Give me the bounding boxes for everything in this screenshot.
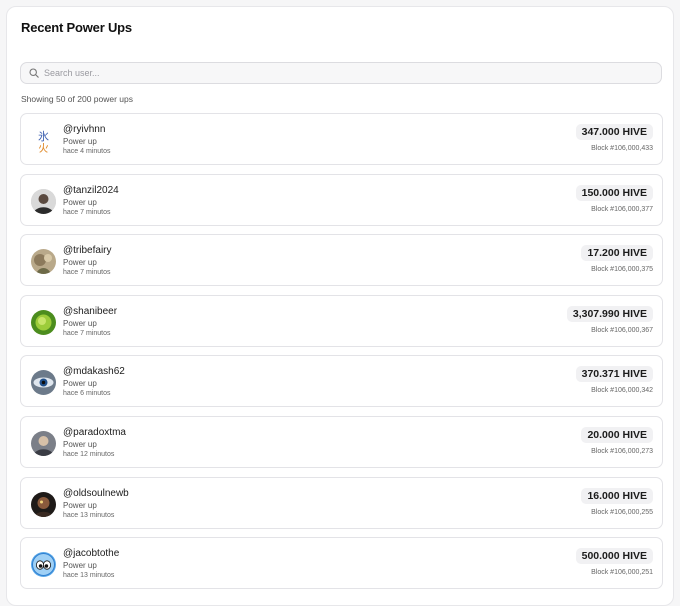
username-link[interactable]: @tanzil2024 xyxy=(63,185,119,196)
timestamp: hace 6 minutos xyxy=(63,390,111,398)
person-avatar[interactable] xyxy=(31,188,56,214)
timestamp: hace 7 minutos xyxy=(63,269,111,277)
block-number-link[interactable]: Block #106,000,251 xyxy=(591,569,653,576)
dark-person-avatar[interactable] xyxy=(31,491,56,517)
timestamp: hace 13 minutos xyxy=(63,572,115,580)
leaf-avatar[interactable] xyxy=(31,309,56,335)
list-item[interactable]: @tribefairy Power up hace 7 minutos 17.2… xyxy=(20,234,663,287)
list-item[interactable]: @shanibeer Power up hace 7 minutos 3,307… xyxy=(20,294,663,347)
search-icon xyxy=(29,68,39,78)
timestamp: hace 4 minutos xyxy=(63,148,111,155)
search-input[interactable] xyxy=(44,68,644,78)
username-link[interactable]: @shanibeer xyxy=(63,306,117,317)
list-item[interactable]: @paradoxtma Power up hace 12 minutos 20.… xyxy=(20,415,663,468)
block-number-link[interactable]: Block #106,000,367 xyxy=(591,327,653,334)
operation-type: Power up xyxy=(63,561,97,571)
username-link[interactable]: @tribefairy xyxy=(63,245,112,256)
username-link[interactable]: @mdakash62 xyxy=(63,366,125,377)
block-number-link[interactable]: Block #106,000,342 xyxy=(591,387,653,394)
timestamp: hace 7 minutos xyxy=(63,208,111,216)
results-count: Showing 50 of 200 power ups xyxy=(21,94,133,104)
block-number-link[interactable]: Block #106,000,377 xyxy=(591,206,653,213)
operation-type: Power up xyxy=(63,318,97,328)
amount-badge: 347.000 HIVE xyxy=(575,124,653,140)
timestamp: hace 12 minutos xyxy=(63,450,115,458)
amount-badge: 150.000 HIVE xyxy=(575,184,653,201)
operation-type: Power up xyxy=(63,137,97,146)
username-link[interactable]: @paradoxtma xyxy=(63,427,126,438)
cartoon-eyes-avatar[interactable] xyxy=(31,552,56,578)
username-link[interactable]: @ryivhnn xyxy=(63,124,105,135)
list-item[interactable]: @tanzil2024 Power up hace 7 minutos 150.… xyxy=(20,173,663,226)
amount-badge: 500.000 HIVE xyxy=(575,548,653,565)
amount-badge: 20.000 HIVE xyxy=(581,426,653,443)
page-title: Recent Power Ups xyxy=(21,20,132,35)
amount-badge: 16.000 HIVE xyxy=(581,487,653,504)
operation-type: Power up xyxy=(63,500,97,510)
block-number-link[interactable]: Block #106,000,375 xyxy=(591,266,653,273)
username-link[interactable]: @oldsoulnewb xyxy=(63,488,129,499)
recent-power-ups-panel: Recent Power Ups Showing 50 of 200 power… xyxy=(6,6,674,606)
list-item[interactable]: 氷 火 @ryivhnn Power up hace 4 minutos 347… xyxy=(20,113,663,165)
amount-badge: 370.371 HIVE xyxy=(575,366,653,383)
block-number-link[interactable]: Block #106,000,273 xyxy=(591,448,653,455)
amount-badge: 3,307.990 HIVE xyxy=(566,305,653,322)
power-ups-list: 氷 火 @ryivhnn Power up hace 4 minutos 347… xyxy=(20,113,663,598)
kanji-avatar[interactable]: 氷 火 xyxy=(31,128,56,153)
list-item[interactable]: @mdakash62 Power up hace 6 minutos 370.3… xyxy=(20,355,663,408)
search-box[interactable] xyxy=(20,62,662,84)
username-link[interactable]: @jacobtothe xyxy=(63,548,119,559)
timestamp: hace 7 minutos xyxy=(63,329,111,337)
person-avatar[interactable] xyxy=(31,430,56,456)
svg-text:火: 火 xyxy=(38,142,49,153)
list-item[interactable]: @oldsoulnewb Power up hace 13 minutos 16… xyxy=(20,476,663,529)
operation-type: Power up xyxy=(63,439,97,449)
block-number-link[interactable]: Block #106,000,433 xyxy=(591,145,653,152)
list-item[interactable]: @jacobtothe Power up hace 13 minutos 500… xyxy=(20,537,663,590)
timestamp: hace 13 minutos xyxy=(63,511,115,519)
block-number-link[interactable]: Block #106,000,255 xyxy=(591,509,653,516)
fairy-avatar[interactable] xyxy=(31,249,56,275)
eye-avatar[interactable] xyxy=(31,370,56,396)
operation-type: Power up xyxy=(63,379,97,389)
operation-type: Power up xyxy=(63,197,97,207)
operation-type: Power up xyxy=(63,258,97,268)
amount-badge: 17.200 HIVE xyxy=(581,245,653,262)
